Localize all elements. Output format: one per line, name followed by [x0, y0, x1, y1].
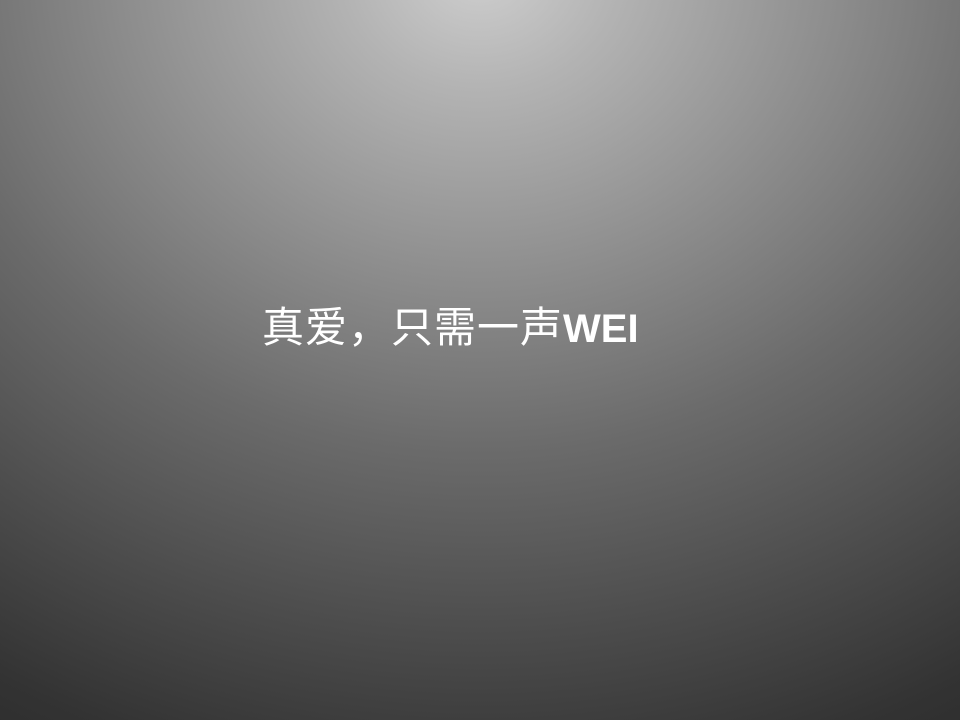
slide-canvas: 真爱，只需一声WEI [0, 0, 960, 720]
slide-title-chinese: 真爱，只需一声 [262, 303, 564, 352]
slide-title: 真爱，只需一声WEI [262, 298, 862, 358]
slide-title-latin: WEI [563, 307, 639, 351]
